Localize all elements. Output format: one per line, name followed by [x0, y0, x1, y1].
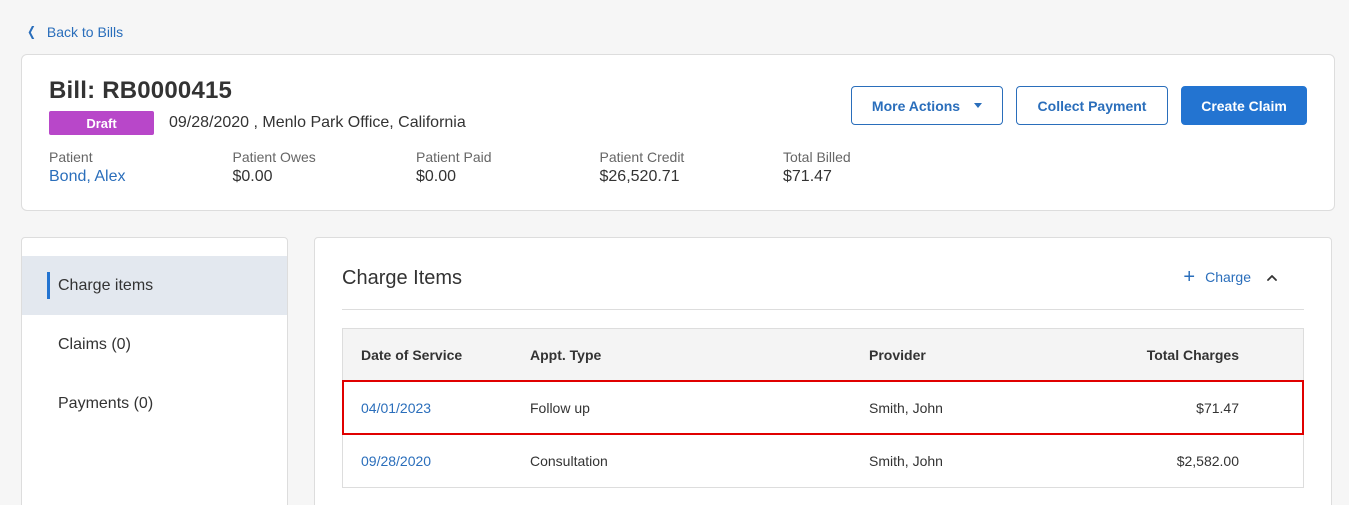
cell-provider: Smith, John [869, 453, 943, 469]
summary-value: $71.47 [783, 168, 832, 185]
divider [342, 309, 1304, 310]
charge-items-table: Date of Service Appt. Type Provider Tota… [342, 328, 1304, 488]
cell-total: $71.47 [1196, 400, 1239, 416]
date-link[interactable]: 04/01/2023 [361, 400, 431, 416]
sidebar-item-label: Claims (0) [58, 335, 131, 353]
back-link-label: Back to Bills [46, 24, 124, 40]
patient-link[interactable]: Bond, Alex [49, 168, 233, 186]
summary-label: Patient Paid [416, 149, 492, 165]
back-to-bills-link[interactable]: ❮ Back to Bills [26, 24, 123, 40]
table-header: Date of Service Appt. Type Provider Tota… [343, 329, 1303, 381]
summary-label: Total Billed [783, 149, 851, 165]
summary-patient-owes: Patient Owes $0.00 [233, 149, 417, 186]
caret-down-icon [974, 103, 983, 108]
cell-appt-type: Consultation [530, 453, 608, 469]
summary-label: Patient Credit [599, 149, 685, 165]
sidebar-item-charge-items[interactable]: Charge items [22, 256, 287, 315]
add-charge-label: Charge [1205, 269, 1251, 285]
sidebar-item-claims[interactable]: Claims (0) [22, 315, 287, 374]
bill-meta: 09/28/2020 , Menlo Park Office, Californ… [169, 114, 466, 131]
charge-items-panel: Charge Items + Charge Date of Service Ap… [314, 237, 1332, 505]
summary-patient-credit: Patient Credit $26,520.71 [600, 149, 784, 186]
more-actions-button[interactable]: More Actions [851, 86, 1003, 125]
cell-appt-type: Follow up [530, 400, 590, 416]
column-header-date[interactable]: Date of Service [343, 347, 512, 363]
summary-patient: Patient Bond, Alex [49, 149, 233, 186]
bill-header-card: Bill: RB0000415 Draft 09/28/2020 , Menlo… [21, 54, 1335, 211]
more-actions-label: More Actions [871, 97, 961, 114]
page-title: Bill: RB0000415 [49, 77, 233, 104]
cell-provider: Smith, John [869, 400, 943, 416]
summary-total-billed: Total Billed $71.47 [783, 149, 967, 186]
chevron-left-icon: ❮ [27, 24, 36, 39]
column-header-total[interactable]: Total Charges [1081, 347, 1239, 363]
column-header-appt-type[interactable]: Appt. Type [512, 347, 851, 363]
section-title: Charge Items [342, 267, 463, 289]
bill-summary: Patient Bond, Alex Patient Owes $0.00 Pa… [49, 149, 967, 186]
cell-date: 09/28/2020 [343, 453, 512, 469]
sidebar-item-label: Charge items [58, 276, 154, 294]
column-header-provider[interactable]: Provider [851, 347, 1081, 363]
summary-label: Patient Owes [232, 149, 316, 165]
create-claim-button[interactable]: Create Claim [1181, 86, 1307, 125]
collect-payment-button[interactable]: Collect Payment [1016, 86, 1168, 125]
table-row[interactable]: 04/01/2023 Follow up Smith, John $71.47 [342, 380, 1304, 435]
sidebar-item-label: Payments (0) [58, 394, 154, 412]
table-row[interactable]: 09/28/2020 Consultation Smith, John $2,5… [343, 434, 1303, 487]
sidebar-item-payments[interactable]: Payments (0) [22, 374, 287, 433]
status-badge: Draft [49, 111, 154, 135]
add-charge-button[interactable]: + Charge [1183, 266, 1251, 288]
chevron-up-icon[interactable] [1265, 271, 1279, 285]
summary-label: Patient [49, 149, 93, 165]
plus-icon: + [1183, 266, 1196, 288]
cell-total: $2,582.00 [1176, 453, 1239, 469]
sidebar: Charge items Claims (0) Payments (0) [21, 237, 288, 505]
summary-value: $0.00 [416, 168, 457, 185]
summary-patient-paid: Patient Paid $0.00 [416, 149, 600, 186]
summary-value: $0.00 [232, 168, 273, 185]
date-link[interactable]: 09/28/2020 [361, 453, 431, 469]
collect-payment-label: Collect Payment [1037, 97, 1147, 114]
cell-date: 04/01/2023 [343, 400, 512, 416]
summary-value: $26,520.71 [599, 168, 680, 185]
create-claim-label: Create Claim [1201, 97, 1287, 114]
